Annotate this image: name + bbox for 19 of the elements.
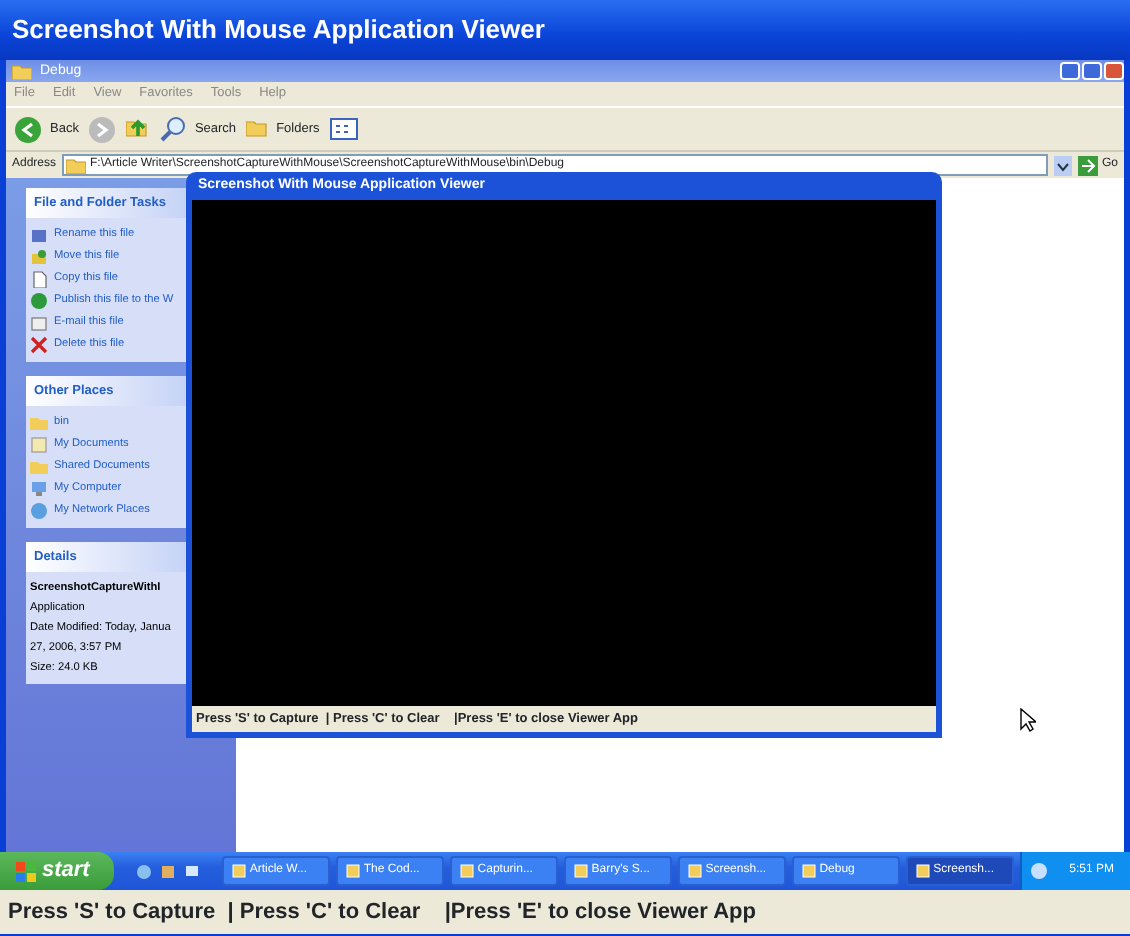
search-icon: [160, 116, 187, 142]
close-button[interactable]: [1104, 62, 1124, 80]
window-title: Screenshot With Mouse Application Viewer: [0, 0, 1130, 60]
status-bar: Press 'S' to Capture | Press 'C' to Clear |Press 'E' to close Viewer App: [0, 890, 1130, 934]
folder-icon: [246, 118, 269, 140]
mouse-cursor-icon: [1020, 708, 1036, 732]
windows-flag-icon: [16, 861, 36, 881]
folder-icon: [66, 156, 87, 174]
computer-icon: [30, 480, 48, 498]
minimize-button[interactable]: [1060, 62, 1080, 80]
restore-button[interactable]: [1082, 62, 1102, 80]
go-arrow-icon: [1077, 155, 1098, 175]
folder-icon: [30, 414, 48, 432]
page-icon: [30, 270, 48, 288]
folder-icon: [30, 458, 48, 476]
start-button[interactable]: start: [0, 852, 114, 890]
x-icon: [30, 336, 48, 354]
view-grid-icon[interactable]: [329, 118, 358, 140]
up-arrow-icon[interactable]: [126, 117, 151, 141]
